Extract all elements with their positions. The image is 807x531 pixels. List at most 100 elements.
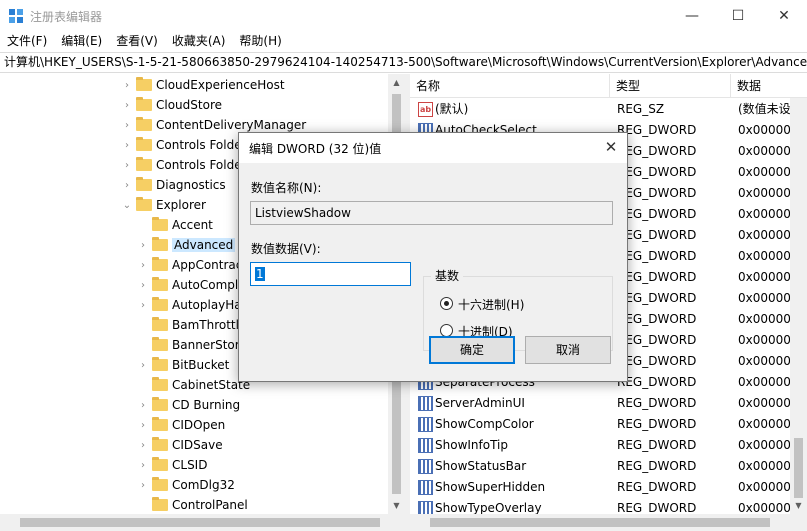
address-bar[interactable]: 计算机\HKEY_USERS\S-1-5-21-580663850-297962… <box>0 52 807 73</box>
base-group-title: 基数 <box>431 267 464 284</box>
value-type: REG_DWORD <box>617 333 697 347</box>
tree-item[interactable]: BannerStore <box>136 335 247 355</box>
menu-view[interactable]: 查看(V) <box>109 31 165 51</box>
menu-help[interactable]: 帮助(H) <box>232 31 288 51</box>
tree-item[interactable]: › CIDSave <box>136 435 223 455</box>
folder-icon <box>152 497 168 511</box>
list-horizontal-scrollbar[interactable] <box>410 514 807 531</box>
menu-file[interactable]: 文件(F) <box>0 31 54 51</box>
tree-item[interactable]: Accent <box>136 215 213 235</box>
folder-icon <box>152 237 168 251</box>
expand-arrow-icon[interactable]: › <box>136 275 150 295</box>
tree-item[interactable]: › CD Burning <box>136 395 240 415</box>
menu-favorites[interactable]: 收藏夹(A) <box>165 31 233 51</box>
value-row[interactable]: ShowInfoTip REG_DWORD 0x00000000 <box>410 435 807 456</box>
tree-item[interactable]: › CIDOpen <box>136 415 225 435</box>
value-type: REG_DWORD <box>617 186 697 200</box>
tree-item-label: ContentDeliveryManager <box>156 118 307 132</box>
value-row[interactable]: ShowSuperHidden REG_DWORD 0x00000000 <box>410 477 807 498</box>
list-vertical-scrollbar[interactable]: ▼ <box>790 98 807 514</box>
expand-arrow-icon[interactable]: › <box>136 295 150 315</box>
tree-item-label: CIDOpen <box>172 418 226 432</box>
column-header-data[interactable]: 数据 <box>731 74 807 98</box>
column-header-type[interactable]: 类型 <box>610 74 731 98</box>
value-data-input[interactable]: 1 <box>250 262 411 286</box>
expand-arrow-icon[interactable]: › <box>136 395 150 415</box>
expand-arrow-icon[interactable]: › <box>136 455 150 475</box>
expand-arrow-icon[interactable]: › <box>120 155 134 175</box>
expand-arrow-icon[interactable]: › <box>136 415 150 435</box>
value-name: ShowInfoTip <box>435 438 509 452</box>
list-scroll-thumb[interactable] <box>794 438 803 498</box>
value-type: REG_DWORD <box>617 207 697 221</box>
maximize-button[interactable]: ☐ <box>715 0 761 31</box>
scroll-up-arrow-icon[interactable]: ▲ <box>388 74 405 91</box>
close-window-button[interactable]: ✕ <box>761 0 807 31</box>
tree-item-label: CLSID <box>172 458 208 472</box>
expand-arrow-icon <box>136 335 150 355</box>
column-header-name[interactable]: 名称 <box>410 74 610 98</box>
expand-arrow-icon[interactable]: › <box>136 475 150 495</box>
value-name: ShowCompColor <box>435 417 534 431</box>
menu-edit[interactable]: 编辑(E) <box>54 31 109 51</box>
cancel-button[interactable]: 取消 <box>525 336 611 364</box>
folder-icon <box>152 477 168 491</box>
tree-item[interactable]: › CLSID <box>136 455 207 475</box>
value-type: REG_DWORD <box>617 228 697 242</box>
expand-arrow-icon[interactable]: › <box>120 175 134 195</box>
list-hscroll-thumb[interactable] <box>430 518 770 527</box>
tree-item[interactable]: › CloudExperienceHost <box>120 75 285 95</box>
scroll-down-arrow-icon[interactable]: ▼ <box>388 497 405 514</box>
tree-item[interactable]: › Controls Folder <box>120 135 247 155</box>
expand-arrow-icon[interactable]: › <box>136 255 150 275</box>
folder-icon <box>152 317 168 331</box>
expand-arrow-icon[interactable]: › <box>136 355 150 375</box>
expand-arrow-icon <box>136 495 150 514</box>
value-row[interactable]: ShowCompColor REG_DWORD 0x00000000 <box>410 414 807 435</box>
scroll-down-arrow-icon[interactable]: ▼ <box>790 497 807 514</box>
title-bar: 注册表编辑器 — ☐ ✕ <box>0 0 807 31</box>
value-name: (默认) <box>435 102 469 116</box>
expanded-arrow-icon[interactable]: ⌄ <box>120 195 134 215</box>
tree-item-label: ControlPanel <box>172 498 248 512</box>
value-row[interactable]: ab (默认) REG_SZ (数值未设置) <box>410 99 807 120</box>
expand-arrow-icon[interactable]: › <box>120 75 134 95</box>
value-type: REG_DWORD <box>617 396 697 410</box>
expand-arrow-icon <box>136 215 150 235</box>
expand-arrow-icon[interactable]: › <box>120 135 134 155</box>
tree-item[interactable]: › CloudStore <box>120 95 222 115</box>
tree-item[interactable]: › BitBucket <box>136 355 229 375</box>
tree-hscroll-thumb[interactable] <box>20 518 380 527</box>
tree-item[interactable]: › AppContract <box>136 255 247 275</box>
value-type: REG_DWORD <box>617 144 697 158</box>
tree-item[interactable]: ControlPanel <box>136 495 248 514</box>
tree-item[interactable]: › Advanced <box>136 235 236 255</box>
expand-arrow-icon[interactable]: › <box>120 115 134 135</box>
dword-value-icon <box>418 417 433 432</box>
minimize-button[interactable]: — <box>669 0 715 31</box>
expand-arrow-icon[interactable]: › <box>136 435 150 455</box>
tree-item[interactable]: › ComDlg32 <box>136 475 235 495</box>
tree-horizontal-scrollbar[interactable] <box>0 514 405 531</box>
string-value-icon: ab <box>418 102 433 117</box>
ok-button[interactable]: 确定 <box>429 336 515 364</box>
expand-arrow-icon[interactable]: › <box>136 235 150 255</box>
value-type: REG_DWORD <box>617 123 697 137</box>
hex-radio[interactable] <box>440 297 453 310</box>
expand-arrow-icon <box>136 375 150 395</box>
tree-item-label: Diagnostics <box>156 178 226 192</box>
tree-item-label: BitBucket <box>172 358 230 372</box>
tree-item[interactable]: › Diagnostics <box>120 175 226 195</box>
dialog-close-button[interactable]: ✕ <box>597 135 625 159</box>
menu-bar: 文件(F) 编辑(E) 查看(V) 收藏夹(A) 帮助(H) <box>0 31 807 51</box>
folder-icon <box>152 337 168 351</box>
hex-radio-label[interactable]: 十六进制(H) <box>458 296 524 313</box>
tree-item[interactable]: CabinetState <box>136 375 250 395</box>
value-row[interactable]: ServerAdminUI REG_DWORD 0x00000000 <box>410 393 807 414</box>
expand-arrow-icon[interactable]: › <box>120 95 134 115</box>
tree-item[interactable]: › Controls Folder <box>120 155 247 175</box>
tree-item[interactable]: ⌄ Explorer <box>120 195 206 215</box>
edit-dword-dialog: 编辑 DWORD (32 位)值 ✕ 数值名称(N): ListviewShad… <box>238 132 628 382</box>
value-type: REG_SZ <box>617 102 665 116</box>
value-row[interactable]: ShowStatusBar REG_DWORD 0x00000000 <box>410 456 807 477</box>
